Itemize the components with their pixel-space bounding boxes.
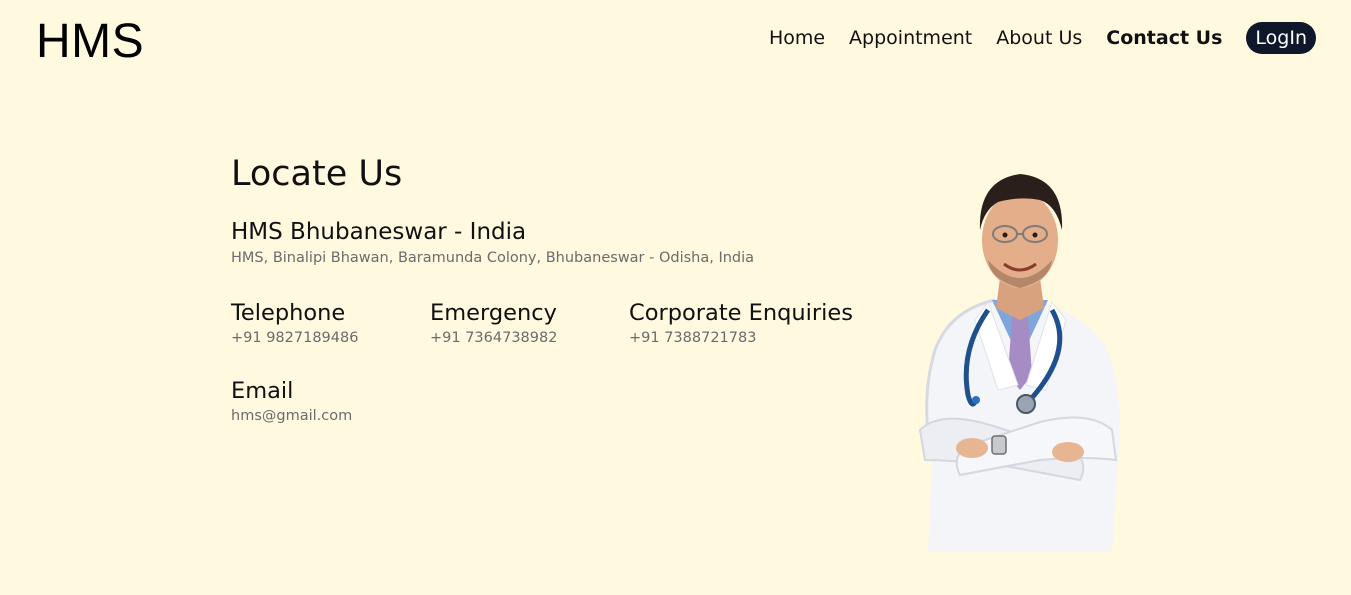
email-label: Email <box>231 378 294 404</box>
telephone-value[interactable]: +91 9827189486 <box>231 330 430 346</box>
doctor-image <box>918 174 1120 552</box>
contact-row: Telephone +91 9827189486 Emergency +91 7… <box>231 300 853 346</box>
emergency-label: Emergency <box>430 300 557 326</box>
nav-appointment[interactable]: Appointment <box>849 27 972 49</box>
page-title: Locate Us <box>231 154 403 194</box>
email-value[interactable]: hms@gmail.com <box>231 408 853 424</box>
contact-corporate: Corporate Enquiries +91 7388721783 <box>629 300 853 346</box>
corporate-value[interactable]: +91 7388721783 <box>629 330 853 346</box>
nav-contact[interactable]: Contact Us <box>1106 27 1222 49</box>
locate-us-section: Locate Us HMS Bhubaneswar - India HMS, B… <box>231 152 853 424</box>
corporate-label: Corporate Enquiries <box>629 300 853 326</box>
contact-email: Email hms@gmail.com <box>231 378 853 424</box>
login-button[interactable]: LogIn <box>1246 22 1316 54</box>
contact-telephone: Telephone +91 9827189486 <box>231 300 430 346</box>
branch-address: HMS, Binalipi Bhawan, Baramunda Colony, … <box>231 250 755 266</box>
nav-home[interactable]: Home <box>769 27 825 49</box>
contact-emergency: Emergency +91 7364738982 <box>430 300 629 346</box>
emergency-value[interactable]: +91 7364738982 <box>430 330 629 346</box>
top-nav: Home Appointment About Us Contact Us Log… <box>745 22 1316 54</box>
nav-about[interactable]: About Us <box>996 27 1082 49</box>
telephone-label: Telephone <box>231 300 346 326</box>
branch-name: HMS Bhubaneswar - India <box>231 219 527 245</box>
brand-logo[interactable]: HMS <box>36 14 144 69</box>
